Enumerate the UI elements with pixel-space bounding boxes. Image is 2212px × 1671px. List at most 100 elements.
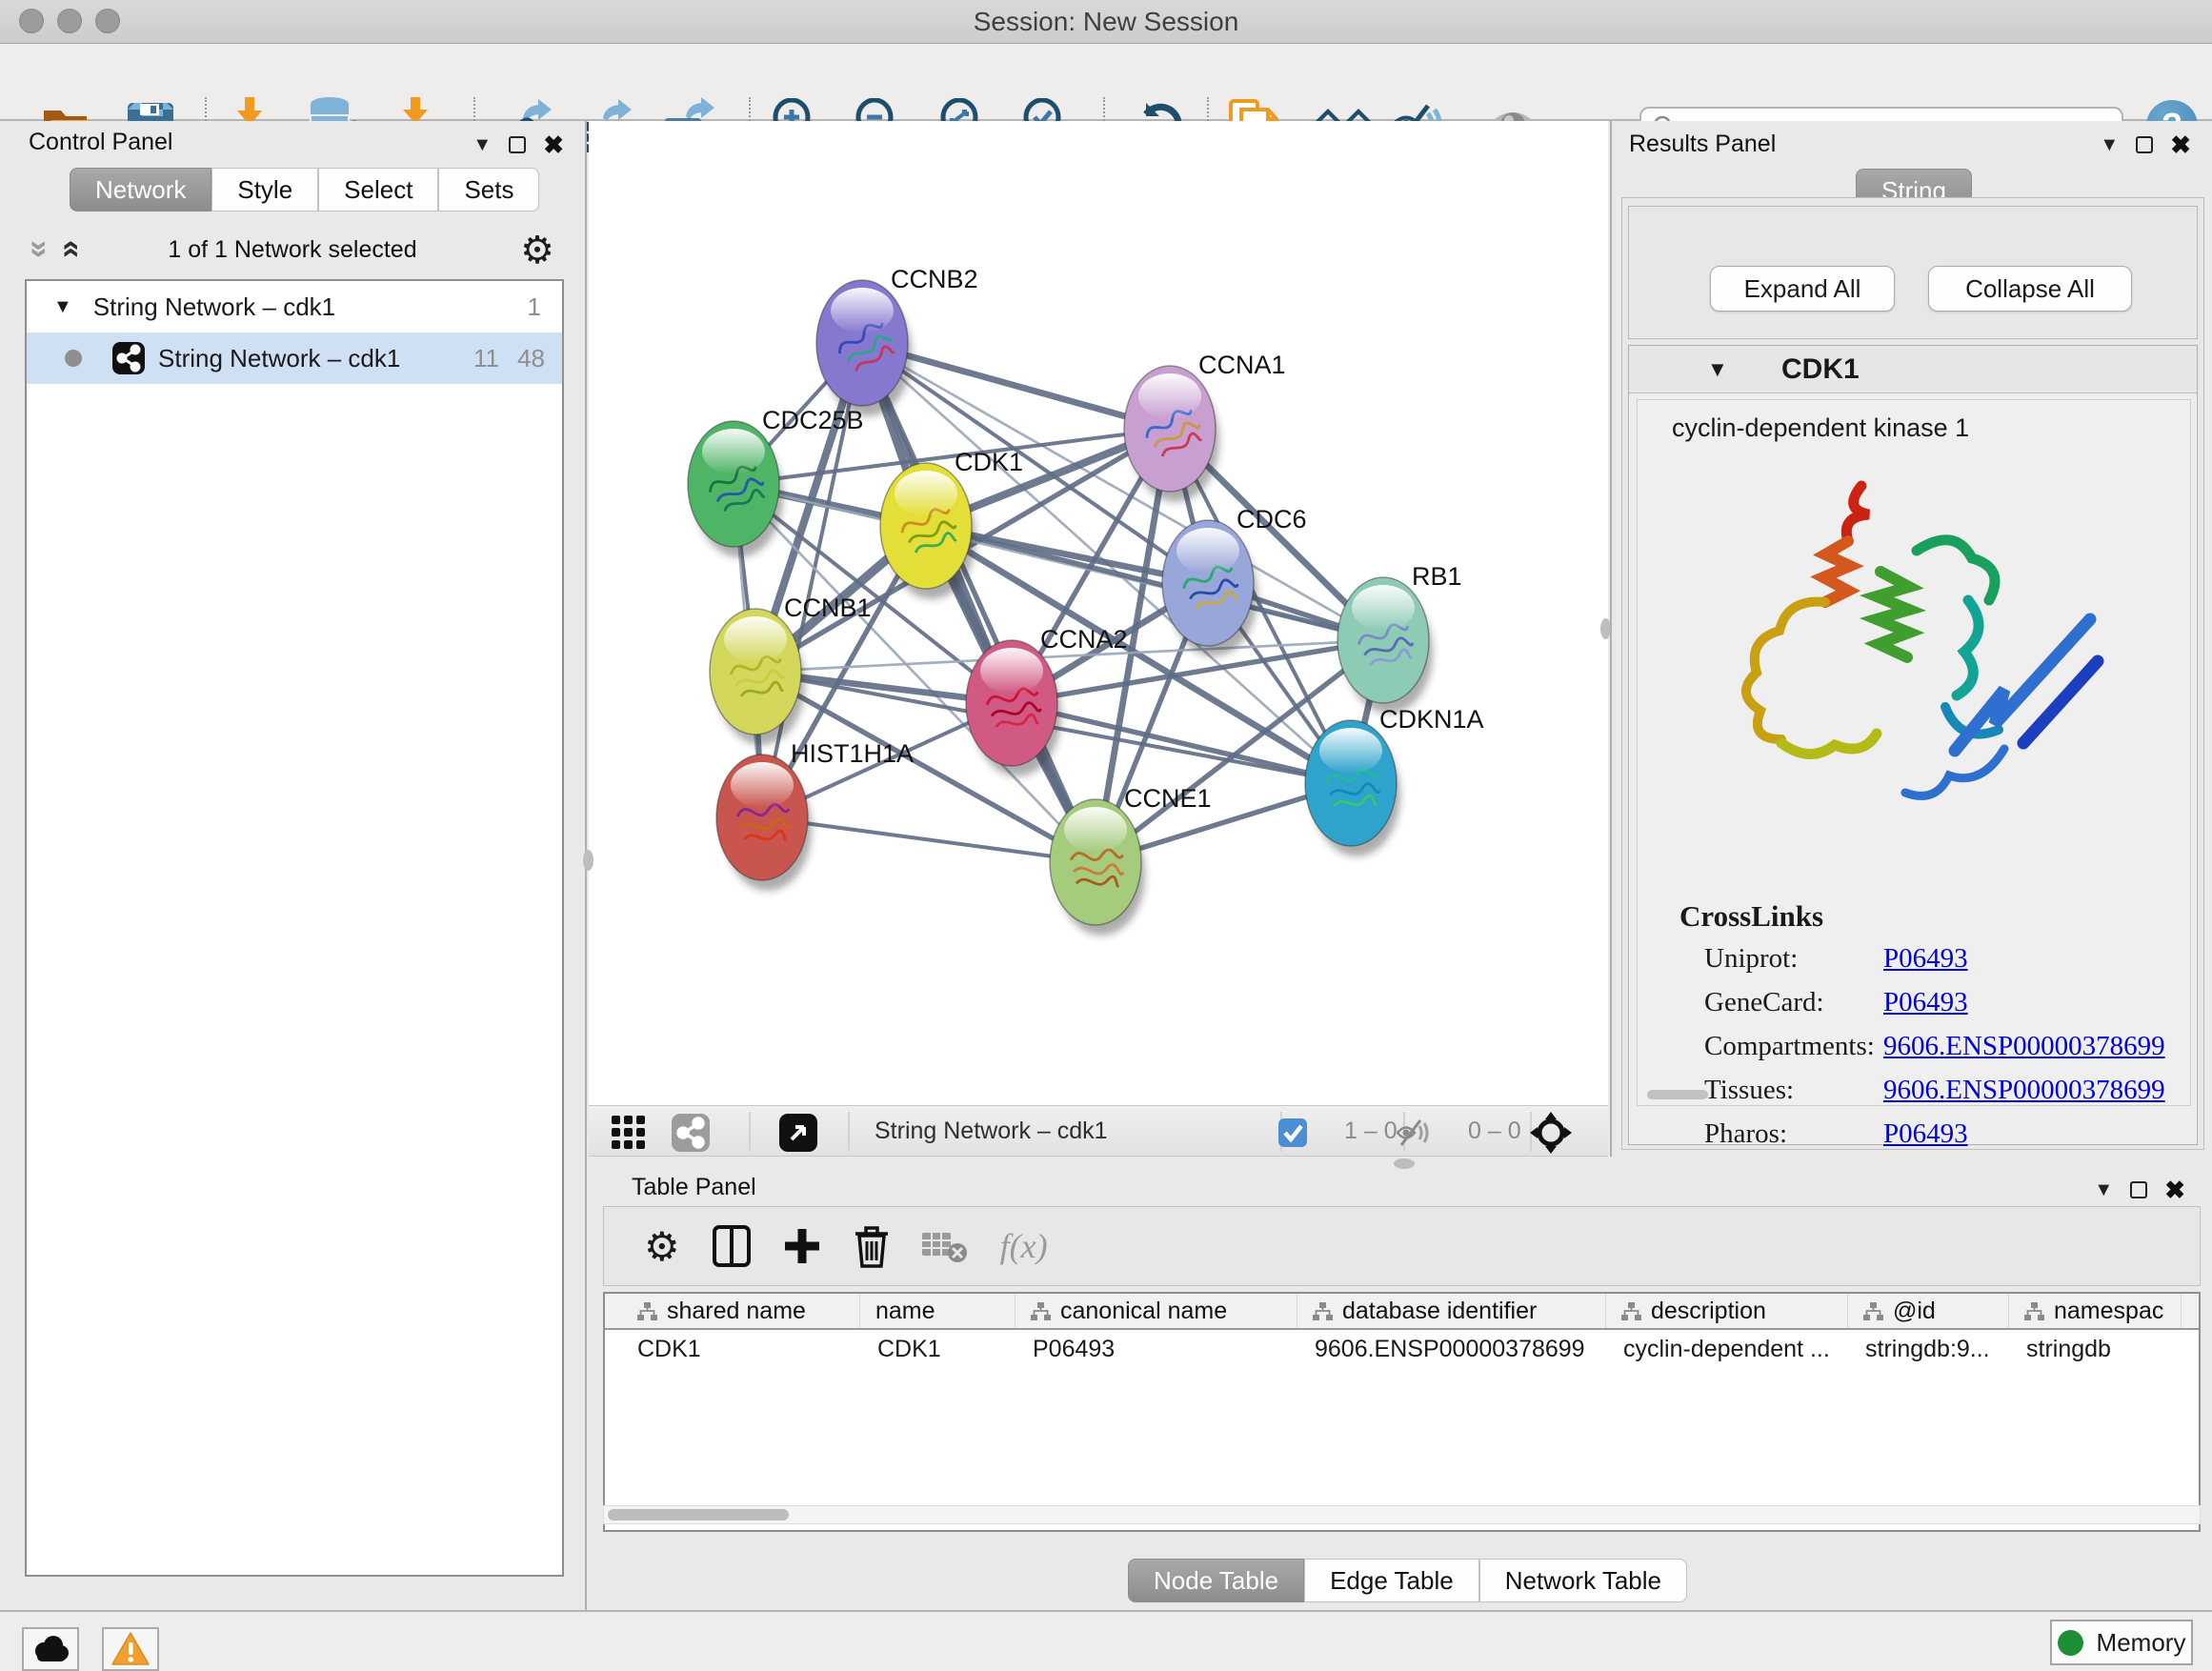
column-header-label: name: [875, 1298, 935, 1325]
table-panel-title: Table Panel: [632, 1174, 756, 1201]
network-type-share-icon: [112, 342, 145, 374]
memory-status-dot-icon: [2058, 1630, 2083, 1656]
delete-column-trash-icon[interactable]: [854, 1224, 890, 1268]
network-view-canvas[interactable]: CCNB2CCNA1CDC25BCDK1CDC6RB1CCNB1CCNA2CDK…: [589, 121, 1608, 1105]
birds-eye-grid-button[interactable]: [610, 1114, 648, 1152]
column-header-shared-name[interactable]: shared name: [605, 1294, 860, 1328]
expand-all-button[interactable]: Expand All: [1710, 266, 1895, 312]
network-node-CCNB2[interactable]: [816, 280, 912, 416]
crosslink-link[interactable]: P06493: [1883, 987, 1968, 1018]
network-node-CCNB1[interactable]: [710, 609, 805, 745]
splitter-handle-bottom[interactable]: [1394, 1158, 1415, 1169]
table-cell[interactable]: CDK1: [605, 1336, 860, 1363]
collapse-panel-icon[interactable]: ▼: [2094, 1179, 2113, 1201]
network-edge-CDK1-RB1[interactable]: [926, 526, 1383, 640]
table-cell[interactable]: P06493: [1016, 1336, 1297, 1363]
function-builder-button-disabled[interactable]: f(x): [1000, 1226, 1048, 1266]
results-scrollbar-thumb[interactable]: [1647, 1090, 1708, 1099]
crosslink-link[interactable]: P06493: [1883, 943, 1968, 975]
table-horizontal-scrollbar[interactable]: [603, 1505, 2201, 1524]
close-panel-icon[interactable]: ✖: [2164, 1178, 2185, 1202]
control-panel-title: Control Panel: [29, 129, 172, 156]
collapse-all-button[interactable]: Collapse All: [1928, 266, 2132, 312]
show-columns-icon[interactable]: [713, 1225, 751, 1267]
crosslink-link[interactable]: 9606.ENSP00000378699: [1883, 1075, 2165, 1106]
string-results-container: Expand All Collapse All ▼ CDK1 cyclin-de…: [1621, 197, 2204, 1150]
network-node-CDKN1A[interactable]: [1305, 720, 1400, 856]
node-label-CCNA2: CCNA2: [1040, 625, 1128, 654]
network-edge-HIST1H1A-CCNE1[interactable]: [762, 817, 1096, 862]
table-cell[interactable]: stringdb: [2009, 1336, 2182, 1363]
network-collection-row[interactable]: ▼ String Network – cdk1 1: [27, 281, 562, 332]
window-minimize-button[interactable]: [57, 9, 82, 33]
column-header-namespac[interactable]: namespac: [2009, 1294, 2182, 1328]
network-node-RB1[interactable]: [1337, 577, 1433, 714]
network-node-CCNE1[interactable]: [1050, 799, 1145, 936]
table-settings-gear-icon[interactable]: ⚙: [644, 1223, 680, 1270]
float-panel-icon[interactable]: [2136, 136, 2153, 153]
crosslink-link[interactable]: 9606.ENSP00000378699: [1883, 1031, 2165, 1062]
network-node-HIST1H1A[interactable]: [716, 755, 812, 891]
memory-label: Memory: [2097, 1628, 2186, 1658]
close-panel-icon[interactable]: ✖: [2170, 132, 2191, 157]
tab-edge-table[interactable]: Edge Table: [1304, 1559, 1479, 1602]
collapse-panel-icon[interactable]: ▼: [2100, 134, 2119, 156]
footer-separator: [848, 1112, 850, 1152]
network-node-CDC25B[interactable]: [688, 421, 783, 557]
tab-network[interactable]: Network: [70, 168, 211, 211]
warning-status-button[interactable]: [102, 1627, 159, 1671]
table-cell[interactable]: CDK1: [860, 1336, 1016, 1363]
column-header-canonical-name[interactable]: canonical name: [1016, 1294, 1297, 1328]
hidden-items-button[interactable]: [1397, 1117, 1431, 1148]
add-column-icon[interactable]: [783, 1227, 821, 1265]
tab-style[interactable]: Style: [211, 168, 318, 211]
network-current-dot-icon: [65, 350, 82, 367]
node-label-CDKN1A: CDKN1A: [1379, 705, 1484, 734]
table-cell[interactable]: 9606.ENSP00000378699: [1297, 1336, 1606, 1363]
tab-network-table[interactable]: Network Table: [1479, 1559, 1687, 1602]
float-panel-icon[interactable]: [2130, 1181, 2147, 1198]
table-cell[interactable]: cyclin-dependent ...: [1606, 1336, 1848, 1363]
column-header-description[interactable]: description: [1606, 1294, 1848, 1328]
gene-section-header[interactable]: ▼ CDK1: [1629, 346, 2197, 393]
detach-view-button[interactable]: [779, 1114, 817, 1152]
crosslink-link[interactable]: P06493: [1883, 1118, 1968, 1150]
network-graph: CCNB2CCNA1CDC25BCDK1CDC6RB1CCNB1CCNA2CDK…: [589, 121, 1608, 1105]
tree-expand-arrow-icon[interactable]: ▼: [53, 296, 72, 318]
node-label-RB1: RB1: [1412, 562, 1462, 591]
network-row[interactable]: String Network – cdk1 11 48: [27, 332, 562, 384]
gene-details: cyclin-dependent kinase 1: [1637, 399, 2191, 1106]
network-node-CCNA2[interactable]: [966, 640, 1061, 776]
table-scrollbar-thumb[interactable]: [608, 1509, 789, 1520]
window-zoom-button[interactable]: [95, 9, 120, 33]
tab-node-table[interactable]: Node Table: [1128, 1559, 1304, 1602]
crosslink-label: Compartments:: [1704, 1031, 1875, 1061]
selected-checkbox[interactable]: [1277, 1117, 1308, 1148]
delete-table-icon-disabled[interactable]: [922, 1229, 968, 1263]
column-network-icon: [1621, 1302, 1641, 1320]
network-options-gear-icon[interactable]: ⚙: [520, 229, 554, 272]
control-panel-window-buttons: ▼ ✖: [473, 132, 564, 157]
section-expand-arrow-icon[interactable]: ▼: [1707, 357, 1728, 382]
navigator-button[interactable]: [1530, 1112, 1572, 1154]
memory-button[interactable]: Memory: [2050, 1620, 2193, 1665]
float-panel-icon[interactable]: [509, 136, 526, 153]
gene-name: CDK1: [1781, 353, 1860, 386]
close-panel-icon[interactable]: ✖: [543, 132, 564, 157]
network-node-CDC6[interactable]: [1162, 520, 1257, 656]
splitter-handle-left[interactable]: [583, 850, 593, 871]
tab-sets[interactable]: Sets: [438, 168, 539, 211]
table-cell[interactable]: stringdb:9...: [1848, 1336, 2009, 1363]
window-close-button[interactable]: [19, 9, 44, 33]
network-share-view-button[interactable]: [672, 1114, 710, 1152]
column-header-database-identifier[interactable]: database identifier: [1297, 1294, 1606, 1328]
column-header-@id[interactable]: @id: [1848, 1294, 2009, 1328]
table-row[interactable]: CDK1CDK1P064939606.ENSP00000378699cyclin…: [605, 1330, 2199, 1368]
collapse-panel-icon[interactable]: ▼: [473, 134, 492, 156]
crosslink-label: Pharos:: [1704, 1118, 1787, 1149]
node-label-CCNA1: CCNA1: [1198, 351, 1286, 379]
tab-select[interactable]: Select: [318, 168, 438, 211]
horizontal-splitter[interactable]: [589, 1157, 2212, 1170]
cloud-status-button[interactable]: [22, 1627, 79, 1671]
column-header-name[interactable]: name: [860, 1294, 1016, 1328]
